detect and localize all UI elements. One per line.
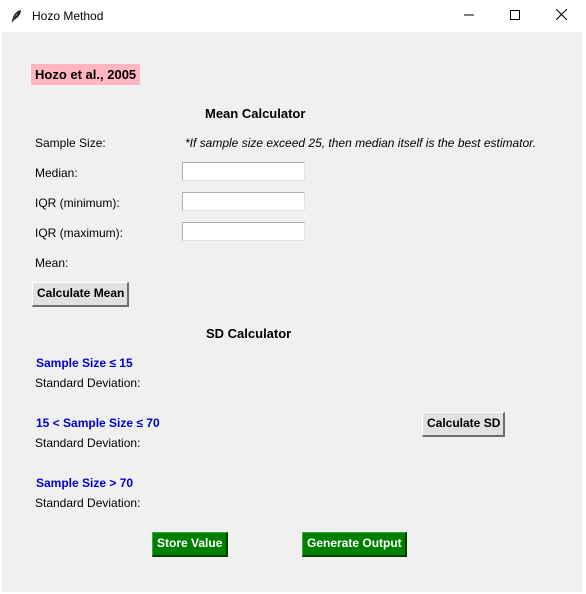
group-medium-label: 15 < Sample Size ≤ 70 [36, 416, 160, 430]
generate-output-button[interactable]: Generate Output [302, 532, 407, 557]
sd-large-label: Standard Deviation: [35, 496, 141, 510]
sample-size-note: *If sample size exceed 25, then median i… [185, 136, 537, 150]
group-small-label: Sample Size ≤ 15 [36, 356, 133, 370]
mean-calculator-heading: Mean Calculator [205, 106, 306, 121]
calculate-mean-button[interactable]: Calculate Mean [32, 282, 129, 307]
group-large-label: Sample Size > 70 [36, 476, 134, 490]
median-label: Median: [35, 166, 78, 180]
median-input[interactable] [182, 162, 305, 181]
reference-label: Hozo et al., 2005 [31, 64, 141, 85]
sd-small-label: Standard Deviation: [35, 376, 141, 390]
close-button[interactable] [538, 0, 584, 32]
feather-icon [10, 9, 24, 23]
minimize-button[interactable] [446, 0, 492, 32]
sd-calculator-heading: SD Calculator [206, 326, 292, 341]
iqr-min-input[interactable] [182, 192, 305, 211]
iqr-max-input[interactable] [182, 222, 305, 241]
store-value-button[interactable]: Store Value [152, 532, 228, 557]
main-panel: Hozo et al., 2005 Mean Calculator Sample… [2, 32, 582, 592]
iqr-min-label: IQR (minimum): [35, 196, 120, 210]
mean-label: Mean: [35, 256, 69, 270]
close-icon [555, 8, 567, 23]
sd-medium-label: Standard Deviation: [35, 436, 141, 450]
iqr-max-label: IQR (maximum): [35, 226, 123, 240]
maximize-button[interactable] [492, 0, 538, 32]
sample-size-label: Sample Size: [35, 136, 106, 150]
maximize-icon [510, 9, 520, 23]
window-title: Hozo Method [32, 9, 104, 23]
calculate-sd-button[interactable]: Calculate SD [422, 412, 505, 437]
title-bar: Hozo Method [0, 0, 586, 32]
minimize-icon [464, 9, 474, 23]
